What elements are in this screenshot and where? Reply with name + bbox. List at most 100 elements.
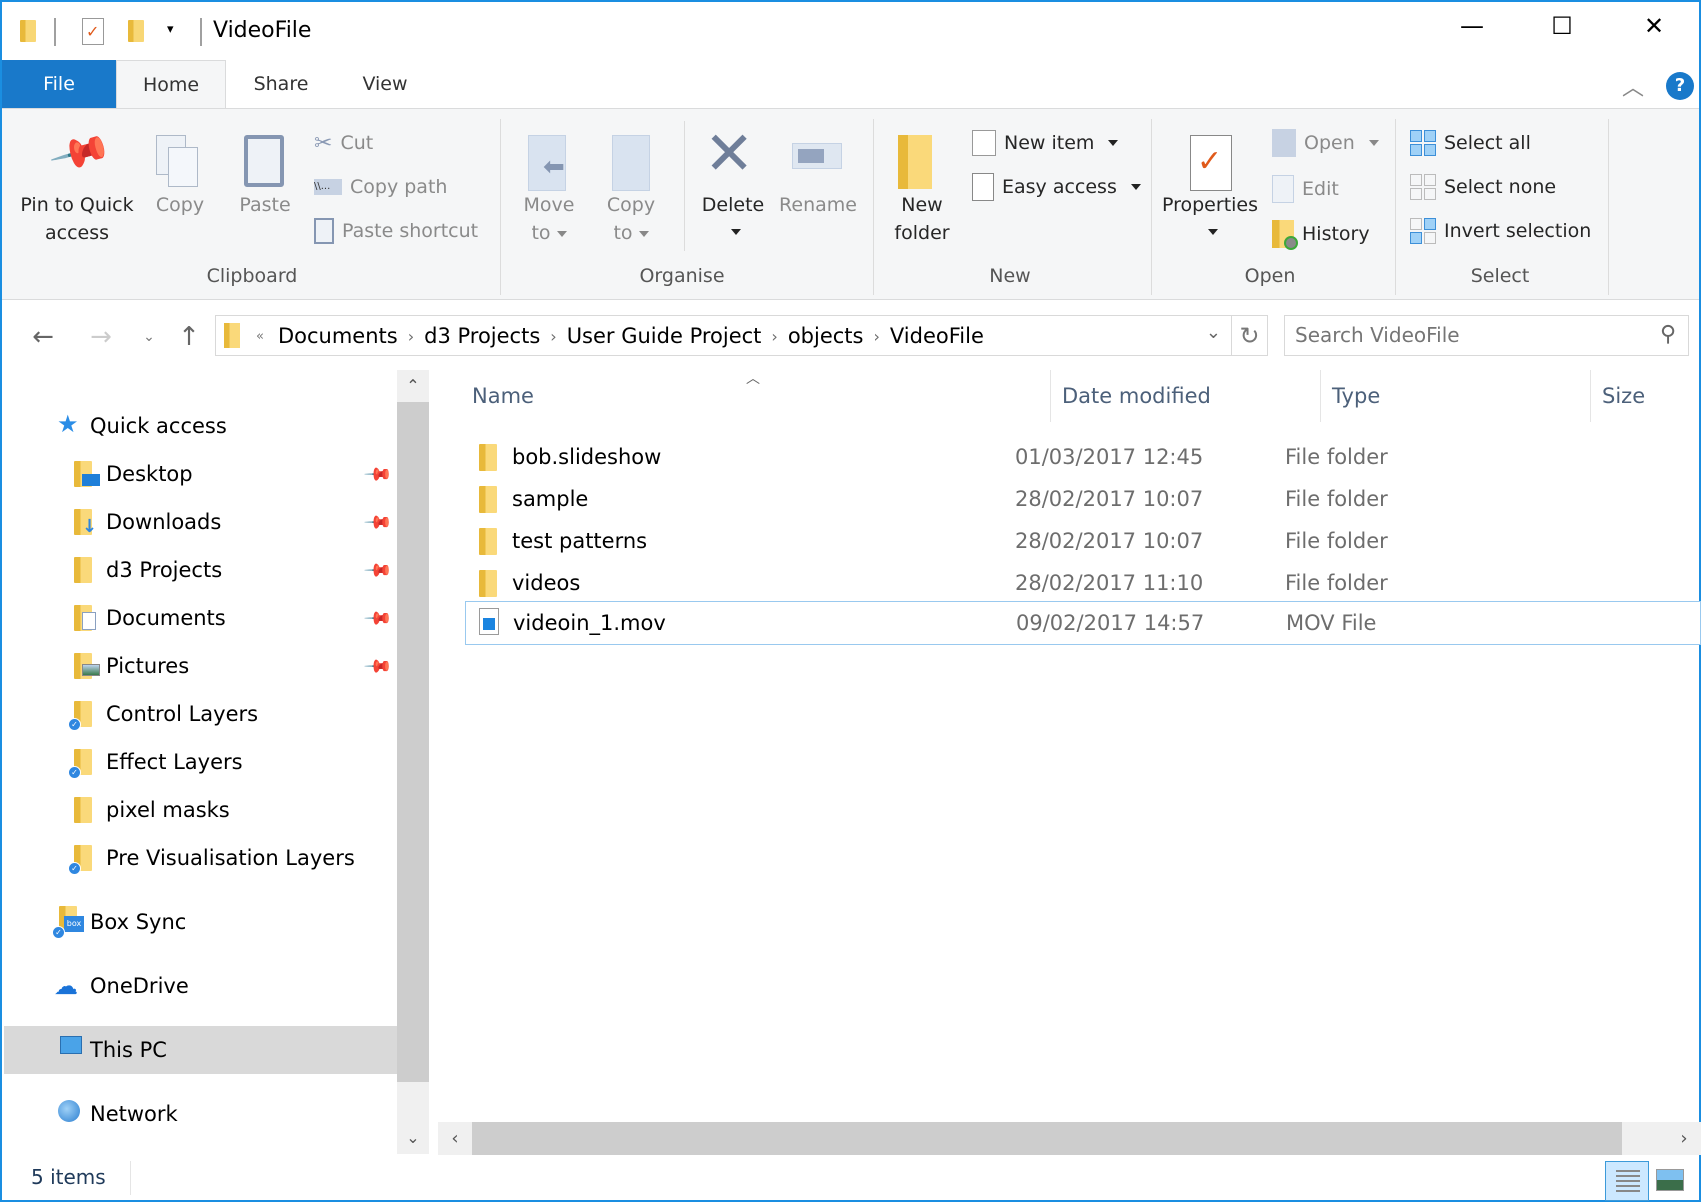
- file-row[interactable]: bob.slideshow 01/03/2017 12:45 File fold…: [465, 436, 1701, 478]
- history-button[interactable]: History: [1272, 219, 1370, 250]
- file-row-selected[interactable]: videoin_1.mov 09/02/2017 14:57 MOV File: [465, 601, 1701, 645]
- nav-item-pictures[interactable]: Pictures 📌: [4, 642, 397, 690]
- breadcrumb-user-guide-project[interactable]: User Guide Project: [567, 324, 762, 348]
- column-header-type[interactable]: Type: [1320, 370, 1590, 422]
- chevron-right-icon[interactable]: ›: [771, 327, 777, 346]
- nav-item-pre-visualisation-layers[interactable]: ✓ Pre Visualisation Layers: [4, 834, 397, 882]
- address-history-dropdown[interactable]: ⌄: [1206, 322, 1221, 343]
- delete-button[interactable]: ✕ Delete: [694, 119, 772, 269]
- breadcrumb-videofile[interactable]: VideoFile: [890, 324, 984, 348]
- file-row[interactable]: sample 28/02/2017 10:07 File folder: [465, 478, 1701, 520]
- select-all-button[interactable]: Select all: [1410, 128, 1531, 158]
- nav-item-downloads[interactable]: ↓ Downloads 📌: [4, 498, 397, 546]
- column-header-size[interactable]: Size: [1590, 370, 1700, 422]
- pin-icon[interactable]: 📌: [362, 555, 393, 586]
- copy-path-button[interactable]: \\... Copy path: [314, 172, 447, 202]
- cut-button[interactable]: ✂ Cut: [314, 128, 373, 158]
- search-box[interactable]: ⚲: [1284, 315, 1689, 356]
- back-button[interactable]: ←: [28, 320, 58, 354]
- close-button[interactable]: ✕: [1634, 12, 1674, 40]
- maximize-button[interactable]: ☐: [1542, 12, 1582, 40]
- paste-button[interactable]: Paste: [230, 129, 300, 269]
- invert-selection-button[interactable]: Invert selection: [1410, 216, 1591, 246]
- help-button[interactable]: ?: [1666, 72, 1694, 100]
- nav-item-desktop[interactable]: Desktop 📌: [4, 450, 397, 498]
- nav-pane-scrollbar[interactable]: ⌃ ⌄: [397, 370, 429, 1154]
- copy-button[interactable]: Copy: [150, 129, 210, 269]
- nav-box-sync[interactable]: box ✓ Box Sync: [4, 898, 397, 946]
- chevron-right-icon[interactable]: ›: [408, 327, 414, 346]
- edit-button[interactable]: Edit: [1272, 174, 1339, 204]
- nav-label: Downloads: [106, 510, 222, 534]
- sync-check-icon: ✓: [68, 718, 81, 731]
- new-folder-button[interactable]: New folder: [884, 129, 960, 269]
- nav-item-effect-layers[interactable]: ✓ Effect Layers: [4, 738, 397, 786]
- scroll-right-button[interactable]: ›: [1667, 1122, 1701, 1155]
- pin-icon[interactable]: 📌: [362, 603, 393, 634]
- address-bar[interactable]: « Documents › d3 Projects › User Guide P…: [215, 315, 1232, 356]
- file-list: ︿ Name Date modified Type Size bob.slide…: [438, 370, 1701, 1122]
- forward-button[interactable]: →: [86, 320, 116, 354]
- new-item-button[interactable]: New item: [972, 128, 1119, 158]
- minimize-button[interactable]: —: [1452, 12, 1492, 40]
- recent-locations-button[interactable]: ⌄: [134, 320, 164, 354]
- up-button[interactable]: ↑: [174, 320, 204, 354]
- pin-icon[interactable]: 📌: [362, 459, 393, 490]
- breadcrumb-objects[interactable]: objects: [788, 324, 864, 348]
- scroll-down-button[interactable]: ⌄: [397, 1122, 429, 1154]
- properties-button[interactable]: ✓ Properties: [1160, 129, 1260, 269]
- scroll-left-button[interactable]: ‹: [438, 1122, 472, 1155]
- easy-access-button[interactable]: Easy access: [972, 172, 1141, 202]
- large-icons-view-button[interactable]: [1652, 1161, 1696, 1201]
- nav-item-d3-projects[interactable]: d3 Projects 📌: [4, 546, 397, 594]
- scrollbar-thumb[interactable]: [397, 402, 429, 1082]
- file-row[interactable]: videos 28/02/2017 11:10 File folder: [465, 562, 1701, 604]
- nav-this-pc[interactable]: This PC: [4, 1026, 397, 1074]
- delete-dropdown[interactable]: [694, 217, 772, 246]
- pin-icon[interactable]: 📌: [362, 507, 393, 538]
- pin-icon[interactable]: 📌: [362, 651, 393, 682]
- column-header-date-modified[interactable]: Date modified: [1050, 370, 1320, 422]
- breadcrumb-documents[interactable]: Documents: [278, 324, 398, 348]
- new-folder-qat-button[interactable]: [128, 20, 144, 42]
- sync-check-icon: ✓: [52, 926, 65, 939]
- box-logo-icon: box: [64, 916, 84, 932]
- nav-network[interactable]: Network: [4, 1090, 397, 1138]
- pin-to-quick-access-button[interactable]: 📌 Pin to Quick access: [12, 121, 142, 269]
- properties-label: Properties: [1161, 194, 1259, 216]
- details-view-button[interactable]: [1605, 1161, 1649, 1201]
- cut-label: Cut: [340, 132, 374, 154]
- properties-qat-button[interactable]: ✓: [82, 18, 104, 45]
- copy-to-button[interactable]: Copy to: [596, 129, 666, 269]
- scrollbar-thumb[interactable]: [472, 1122, 1622, 1155]
- chevron-right-icon[interactable]: ›: [550, 327, 556, 346]
- tab-share[interactable]: Share: [238, 60, 324, 108]
- file-row[interactable]: test patterns 28/02/2017 10:07 File fold…: [465, 520, 1701, 562]
- select-all-label: Select all: [1444, 132, 1531, 154]
- move-to-button[interactable]: ⬅ Move to: [514, 129, 584, 269]
- open-button[interactable]: Open: [1272, 128, 1379, 158]
- paste-shortcut-button[interactable]: Paste shortcut: [314, 216, 478, 246]
- chevron-right-icon[interactable]: ›: [873, 327, 879, 346]
- search-icon[interactable]: ⚲: [1660, 322, 1676, 347]
- collapse-ribbon-button[interactable]: ︿: [1622, 70, 1644, 102]
- nav-item-control-layers[interactable]: ✓ Control Layers: [4, 690, 397, 738]
- properties-dropdown[interactable]: [1160, 217, 1260, 246]
- search-input[interactable]: [1295, 323, 1635, 347]
- nav-quick-access[interactable]: ★ Quick access: [4, 402, 397, 450]
- customize-qat-dropdown[interactable]: ▾: [167, 22, 174, 37]
- column-header-name[interactable]: Name: [438, 370, 1050, 422]
- rename-button[interactable]: Rename: [776, 129, 860, 269]
- refresh-button[interactable]: ↻: [1232, 315, 1268, 356]
- nav-onedrive[interactable]: ☁ OneDrive: [4, 962, 397, 1010]
- nav-item-documents[interactable]: Documents 📌: [4, 594, 397, 642]
- tab-home[interactable]: Home: [116, 60, 226, 108]
- nav-item-pixel-masks[interactable]: pixel masks: [4, 786, 397, 834]
- tab-file[interactable]: File: [2, 60, 116, 108]
- select-none-button[interactable]: Select none: [1410, 172, 1556, 202]
- scroll-up-button[interactable]: ⌃: [397, 370, 429, 402]
- breadcrumb-overflow[interactable]: «: [256, 329, 264, 344]
- tab-view[interactable]: View: [342, 60, 428, 108]
- file-list-horizontal-scrollbar[interactable]: ‹ ›: [438, 1122, 1701, 1155]
- breadcrumb-d3-projects[interactable]: d3 Projects: [424, 324, 540, 348]
